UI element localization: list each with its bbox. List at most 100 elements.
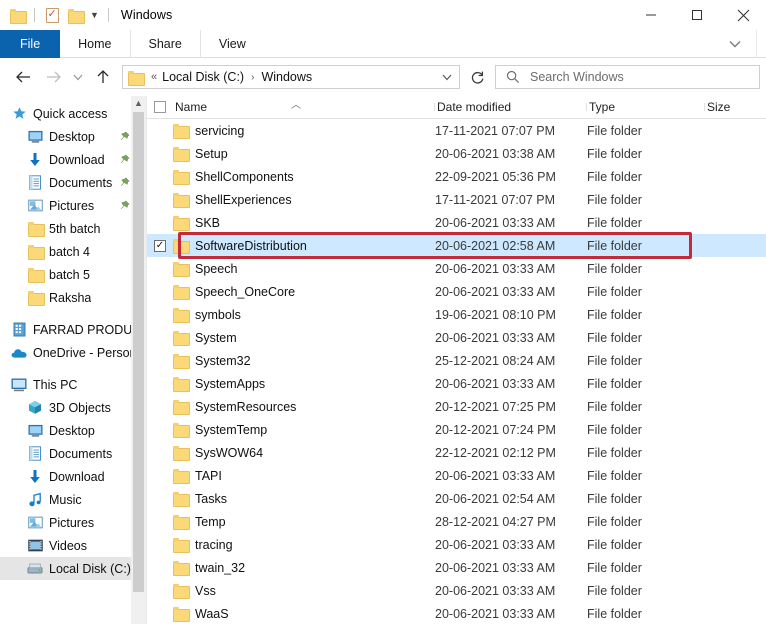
cell-date-modified: 20-06-2021 03:33 AM [435, 376, 556, 391]
sidebar-item-this-pc[interactable]: This PC [0, 373, 146, 396]
customize-caret-icon[interactable]: ▼ [89, 10, 100, 20]
table-row[interactable]: Vss 20-06-2021 03:33 AM File folder [147, 579, 766, 602]
sidebar-item-desktop[interactable]: Desktop [0, 419, 146, 442]
cell-name: tracing [195, 537, 233, 552]
row-checkbox[interactable]: ✓ [147, 239, 173, 252]
cell-name: Vss [195, 583, 216, 598]
table-row[interactable]: WaaS 20-06-2021 03:33 AM File folder [147, 602, 766, 624]
sidebar-item-download[interactable]: Download [0, 148, 146, 171]
cell-type: File folder [587, 606, 642, 621]
sidebar-item-onedrive-persona[interactable]: OneDrive - Persona [0, 341, 146, 364]
column-header-date-modified[interactable]: Date modified [435, 100, 587, 114]
file-explorer-window: ▼ Windows File Home Share View [0, 0, 766, 624]
pin-icon[interactable] [119, 131, 130, 145]
tab-home[interactable]: Home [60, 30, 131, 58]
scrollbar-thumb[interactable] [133, 112, 144, 592]
table-row[interactable]: Speech 20-06-2021 03:33 AM File folder [147, 257, 766, 280]
table-row[interactable]: Speech_OneCore 20-06-2021 03:33 AM File fo… [147, 280, 766, 303]
table-row[interactable]: TAPI 20-06-2021 03:33 AM File folder [147, 464, 766, 487]
search-input[interactable]: Search Windows [495, 65, 760, 89]
refresh-button[interactable] [462, 65, 492, 89]
tab-file[interactable]: File [0, 30, 61, 58]
sidebar-item-5th-batch[interactable]: 5th batch [0, 217, 146, 240]
tab-share[interactable]: Share [131, 30, 201, 58]
pin-icon[interactable] [119, 200, 130, 214]
properties-icon[interactable] [43, 6, 61, 24]
sidebar-item-desktop[interactable]: Desktop [0, 125, 146, 148]
chevron-down-icon[interactable] [437, 74, 457, 81]
sidebar-item-label: 3D Objects [49, 400, 111, 415]
sidebar-item-documents[interactable]: Documents [0, 442, 146, 465]
sidebar-item-music[interactable]: Music [0, 488, 146, 511]
table-row[interactable]: ShellExperiences 17-11-2021 07:07 PM File … [147, 188, 766, 211]
table-row[interactable]: twain_32 20-06-2021 03:33 AM File folder [147, 556, 766, 579]
sidebar-item-batch-5[interactable]: batch 5 [0, 263, 146, 286]
close-button[interactable] [720, 0, 766, 30]
table-row[interactable]: System 20-06-2021 03:33 AM File folder [147, 326, 766, 349]
up-button[interactable] [88, 62, 118, 92]
address-folder-icon [128, 70, 145, 86]
tab-view[interactable]: View [201, 30, 264, 58]
sidebar-item-local-disk-c[interactable]: Local Disk (C:) [0, 557, 146, 580]
sidebar-item-pictures[interactable]: Pictures [0, 194, 146, 217]
cell-type: File folder [587, 422, 642, 437]
select-all-checkbox[interactable] [147, 101, 173, 113]
column-header-size[interactable]: Size [705, 100, 765, 114]
table-row[interactable]: SystemApps 20-06-2021 03:33 AM File folder [147, 372, 766, 395]
download-icon [26, 469, 44, 484]
cell-name: SoftwareDistribution [195, 238, 307, 253]
breadcrumb-overflow-icon[interactable]: « [148, 71, 160, 83]
table-row[interactable]: tracing 20-06-2021 03:33 AM File folder [147, 533, 766, 556]
sidebar-item-raksha[interactable]: Raksha [0, 286, 146, 309]
pin-icon[interactable] [119, 154, 130, 168]
breadcrumb-item-local-disk[interactable]: Local Disk (C:) [162, 70, 244, 84]
sidebar-item-pictures[interactable]: Pictures [0, 511, 146, 534]
table-row[interactable]: SKB 20-06-2021 03:33 AM File folder [147, 211, 766, 234]
sidebar-item-documents[interactable]: Documents [0, 171, 146, 194]
sidebar-item-quick-access[interactable]: Quick access [0, 102, 146, 125]
navigation-scrollbar[interactable]: ▲ [131, 96, 146, 624]
breadcrumb-item-windows[interactable]: Windows [261, 70, 312, 84]
table-row[interactable]: System32 25-12-2021 08:24 AM File folder [147, 349, 766, 372]
table-row[interactable]: SystemTemp 20-12-2021 07:24 PM File folder [147, 418, 766, 441]
minimize-button[interactable] [628, 0, 674, 30]
cell-type: File folder [587, 192, 642, 207]
table-row[interactable]: Setup 20-06-2021 03:38 AM File folder [147, 142, 766, 165]
folder-icon[interactable] [8, 6, 27, 24]
cell-date-modified: 20-06-2021 03:33 AM [435, 583, 556, 598]
sidebar-item-label: Videos [49, 538, 87, 553]
forward-button[interactable] [38, 62, 68, 92]
pin-icon[interactable] [119, 177, 130, 191]
new-folder-icon[interactable] [66, 6, 85, 24]
back-button[interactable] [8, 62, 38, 92]
table-row[interactable]: SystemResources 20-12-2021 07:25 PM File f… [147, 395, 766, 418]
table-row[interactable]: Temp 28-12-2021 04:27 PM File folder [147, 510, 766, 533]
cell-name: ShellComponents [195, 169, 294, 184]
recent-locations-icon[interactable] [68, 62, 88, 92]
table-row[interactable]: servicing 17-11-2021 07:07 PM File folder [147, 119, 766, 142]
table-row[interactable]: ✓ SoftwareDistribution 20-06-2021 02:58 AM… [147, 234, 766, 257]
column-header-name[interactable]: Name ︿ [173, 100, 435, 114]
scroll-up-icon[interactable]: ▲ [131, 96, 146, 110]
address-breadcrumb-box[interactable]: « Local Disk (C:) › Windows [122, 65, 460, 89]
breadcrumb-separator-icon[interactable]: › [246, 72, 259, 83]
sidebar-item-label: Documents [49, 175, 113, 190]
sidebar-item-batch-4[interactable]: batch 4 [0, 240, 146, 263]
sidebar-item-farrad-product[interactable]: FARRAD PRODUCT [0, 318, 146, 341]
cell-date-modified: 17-11-2021 07:07 PM [435, 192, 555, 207]
maximize-button[interactable] [674, 0, 720, 30]
chevron-down-icon[interactable] [722, 30, 748, 58]
table-row[interactable]: SysWOW64 22-12-2021 02:12 PM File folder [147, 441, 766, 464]
sidebar-item-videos[interactable]: Videos [0, 534, 146, 557]
cell-date-modified: 20-06-2021 02:54 AM [435, 491, 556, 506]
folder-icon [173, 170, 195, 185]
cell-date-modified: 28-12-2021 04:27 PM [435, 514, 556, 529]
column-header-type[interactable]: Type [587, 100, 705, 114]
table-row[interactable]: ShellComponents 22-09-2021 05:36 PM File f… [147, 165, 766, 188]
sidebar-item-download[interactable]: Download [0, 465, 146, 488]
table-row[interactable]: Tasks 20-06-2021 02:54 AM File folder [147, 487, 766, 510]
sidebar-item-label: Download [49, 152, 105, 167]
sidebar-item-3d-objects[interactable]: 3D Objects [0, 396, 146, 419]
table-row[interactable]: symbols 19-06-2021 08:10 PM File folder [147, 303, 766, 326]
